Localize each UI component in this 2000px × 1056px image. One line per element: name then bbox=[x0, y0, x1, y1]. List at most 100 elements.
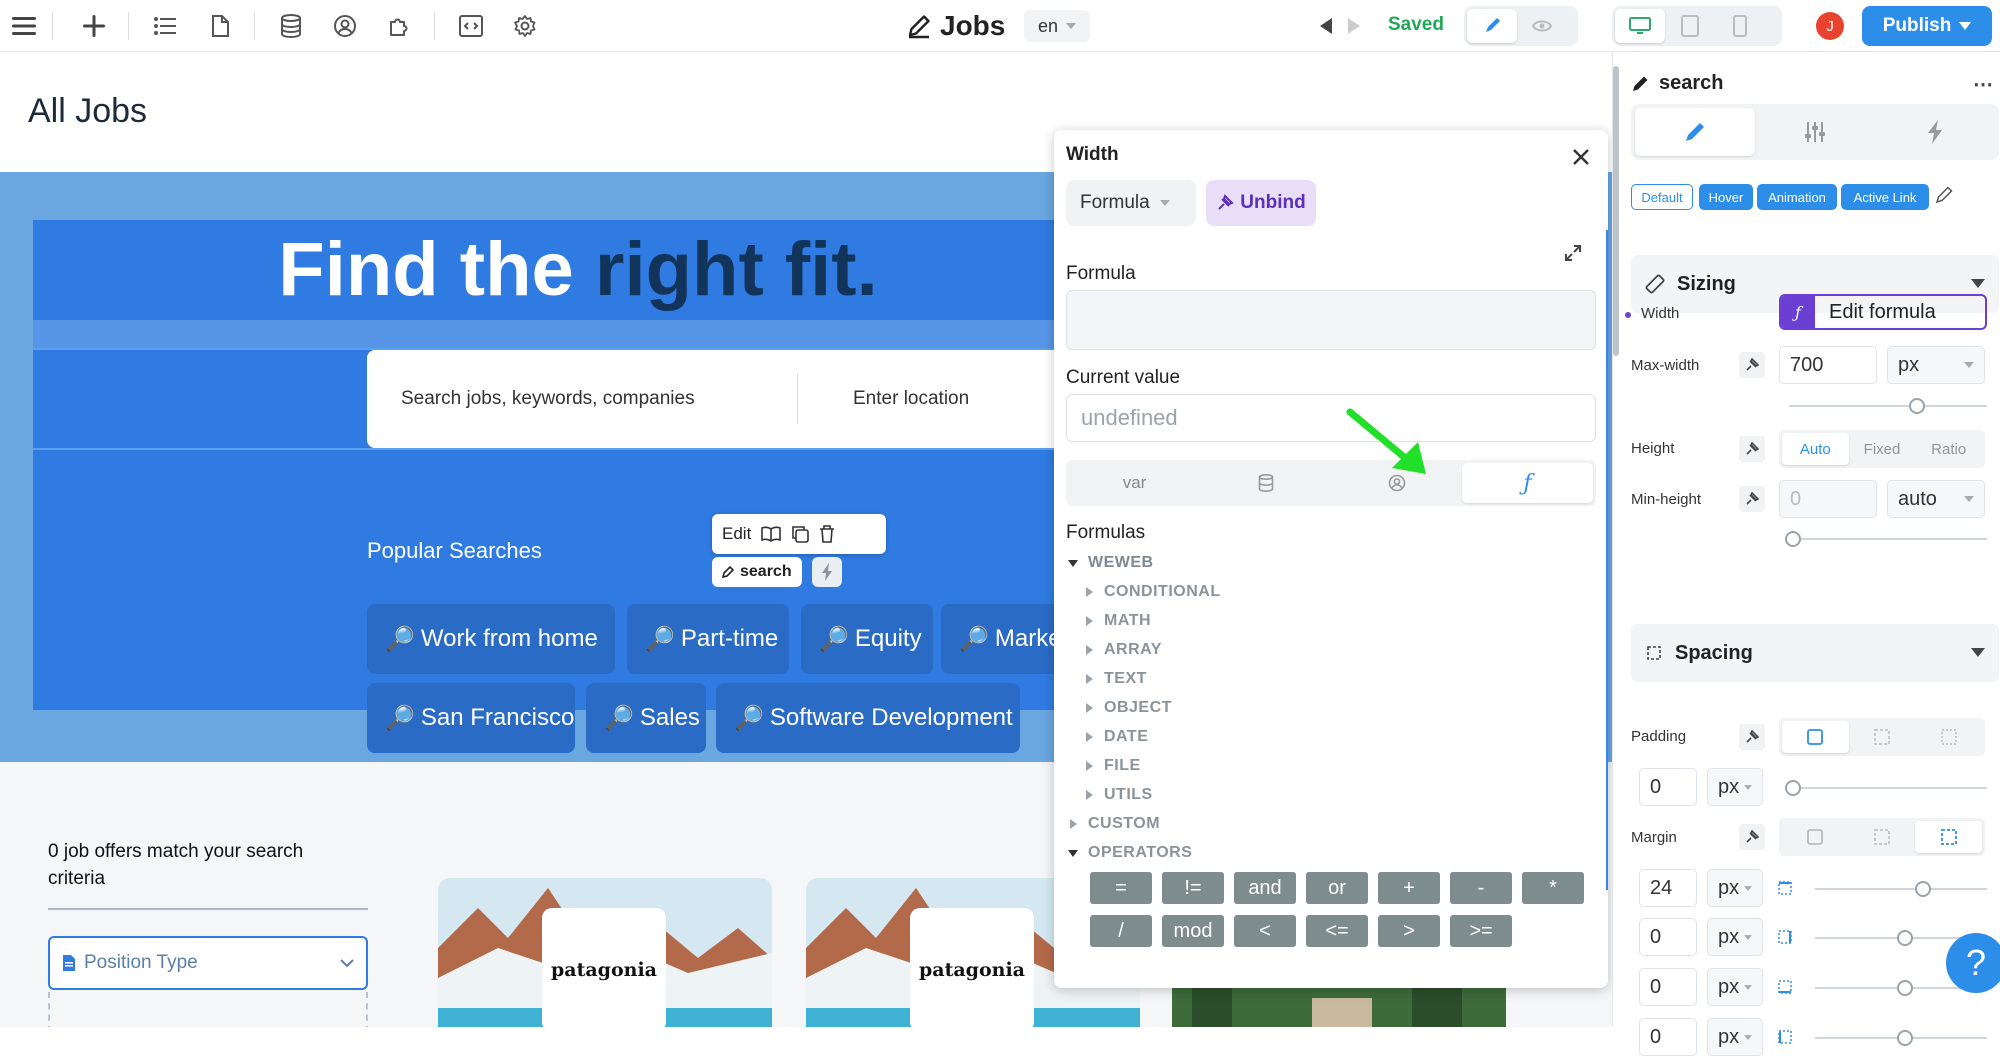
page-title[interactable]: Jobs bbox=[906, 8, 1005, 44]
chip-software-development[interactable]: 🔎 Software Development bbox=[716, 683, 1020, 753]
tree-operators[interactable]: OPERATORS bbox=[1068, 844, 1192, 862]
max-width-unit-select[interactable]: px bbox=[1887, 346, 1985, 384]
tree-conditional[interactable]: CONDITIONAL bbox=[1084, 583, 1221, 601]
margin-right-input[interactable]: 0 bbox=[1639, 918, 1697, 956]
spacing-section-header[interactable]: Spacing bbox=[1631, 624, 1999, 682]
slider-knob[interactable] bbox=[1785, 780, 1801, 796]
max-width-input[interactable]: 700 bbox=[1779, 346, 1877, 384]
operator-button[interactable]: < bbox=[1234, 915, 1296, 947]
job-card[interactable]: patagonia bbox=[438, 878, 772, 1027]
slider-knob[interactable] bbox=[1897, 1030, 1913, 1046]
operator-button[interactable]: + bbox=[1378, 872, 1440, 904]
location-input[interactable]: Enter location bbox=[853, 388, 969, 410]
list-icon[interactable] bbox=[151, 12, 179, 40]
bind-button[interactable] bbox=[1739, 352, 1765, 378]
tree-weweb[interactable]: WEWEB bbox=[1068, 554, 1154, 572]
tab-variables[interactable]: var bbox=[1069, 463, 1200, 503]
puzzle-icon[interactable] bbox=[385, 12, 413, 40]
margin-left-input[interactable]: 0 bbox=[1639, 1018, 1697, 1056]
slider-knob[interactable] bbox=[1785, 531, 1801, 547]
height-ratio-option[interactable]: Ratio bbox=[1915, 433, 1982, 465]
preview-mode-button[interactable] bbox=[1517, 9, 1567, 43]
edit-mode-button[interactable] bbox=[1467, 9, 1517, 43]
padding-all-option[interactable] bbox=[1782, 721, 1849, 753]
operator-button[interactable]: - bbox=[1450, 872, 1512, 904]
slider-knob[interactable] bbox=[1897, 930, 1913, 946]
max-width-slider[interactable] bbox=[1789, 398, 1987, 414]
padding-input[interactable]: 0 bbox=[1639, 768, 1697, 806]
margin-unit-select[interactable]: px bbox=[1707, 968, 1763, 1006]
pencil-icon[interactable] bbox=[1935, 186, 1953, 204]
publish-button[interactable]: Publish bbox=[1862, 6, 1992, 46]
padding-unit-select[interactable]: px bbox=[1707, 768, 1763, 806]
operator-button[interactable]: or bbox=[1306, 872, 1368, 904]
operator-button[interactable]: <= bbox=[1306, 915, 1368, 947]
operator-button[interactable]: / bbox=[1090, 915, 1152, 947]
margin-bottom-input[interactable]: 0 bbox=[1639, 968, 1697, 1006]
padding-slider[interactable] bbox=[1785, 780, 1987, 796]
search-row[interactable]: Search jobs, keywords, companies Enter l… bbox=[33, 348, 1093, 450]
tree-array[interactable]: ARRAY bbox=[1084, 641, 1162, 659]
bind-button[interactable] bbox=[1739, 486, 1765, 512]
operator-button[interactable]: and bbox=[1234, 872, 1296, 904]
operator-button[interactable]: >= bbox=[1450, 915, 1512, 947]
padding-axis-option[interactable] bbox=[1849, 721, 1916, 753]
min-height-input[interactable]: 0 bbox=[1779, 480, 1877, 518]
slider-knob[interactable] bbox=[1897, 980, 1913, 996]
duplicate-icon[interactable] bbox=[791, 525, 810, 543]
margin-unit-select[interactable]: px bbox=[1707, 1018, 1763, 1056]
margin-sides-option[interactable] bbox=[1915, 821, 1983, 853]
tab-formulas[interactable]: ƒ bbox=[1462, 463, 1593, 503]
user-circle-icon[interactable] bbox=[331, 12, 359, 40]
tree-math[interactable]: MATH bbox=[1084, 612, 1151, 630]
chip-equity[interactable]: 🔎 Equity bbox=[801, 604, 933, 674]
slider-knob[interactable] bbox=[1915, 881, 1931, 897]
tree-date[interactable]: DATE bbox=[1084, 728, 1148, 746]
margin-top-slider[interactable] bbox=[1815, 881, 1987, 897]
chip-san-francisco[interactable]: 🔎 San Francisco bbox=[367, 683, 575, 753]
tree-utils[interactable]: UTILS bbox=[1084, 786, 1153, 804]
tab-settings[interactable] bbox=[1755, 108, 1875, 156]
book-icon[interactable] bbox=[761, 526, 782, 542]
state-default[interactable]: Default bbox=[1631, 184, 1693, 210]
undo-icon[interactable] bbox=[1312, 12, 1340, 40]
selected-element-tag[interactable]: search bbox=[712, 557, 802, 587]
desktop-breakpoint-button[interactable] bbox=[1615, 9, 1665, 43]
menu-icon[interactable] bbox=[10, 12, 38, 40]
search-input[interactable]: Search jobs, keywords, companies bbox=[401, 388, 695, 410]
plus-icon[interactable] bbox=[80, 12, 108, 40]
binding-mode-select[interactable]: Formula bbox=[1066, 180, 1196, 226]
edit-button[interactable]: Edit bbox=[722, 524, 751, 544]
chip-sales[interactable]: 🔎 Sales bbox=[586, 683, 706, 753]
avatar[interactable]: J bbox=[1816, 12, 1844, 40]
unbind-button[interactable]: Unbind bbox=[1206, 180, 1316, 226]
operator-button[interactable]: * bbox=[1522, 872, 1584, 904]
state-animation[interactable]: Animation bbox=[1757, 184, 1837, 210]
tree-object[interactable]: OBJECT bbox=[1084, 699, 1172, 717]
state-hover[interactable]: Hover bbox=[1699, 184, 1753, 210]
operator-button[interactable]: > bbox=[1378, 915, 1440, 947]
height-auto-option[interactable]: Auto bbox=[1782, 433, 1849, 465]
tab-collections[interactable] bbox=[1200, 463, 1331, 503]
min-height-slider[interactable] bbox=[1785, 531, 1987, 547]
tree-text[interactable]: TEXT bbox=[1084, 670, 1147, 688]
margin-all-option[interactable] bbox=[1782, 821, 1849, 853]
margin-axis-option[interactable] bbox=[1849, 821, 1916, 853]
mobile-breakpoint-button[interactable] bbox=[1715, 9, 1765, 43]
tree-file[interactable]: FILE bbox=[1084, 757, 1141, 775]
padding-sides-option[interactable] bbox=[1915, 721, 1982, 753]
chip-part-time[interactable]: 🔎 Part-time bbox=[627, 604, 789, 674]
page-icon[interactable] bbox=[206, 12, 234, 40]
height-fixed-option[interactable]: Fixed bbox=[1849, 433, 1916, 465]
chip-work-from-home[interactable]: 🔎 Work from home bbox=[367, 604, 615, 674]
language-select[interactable]: en bbox=[1024, 10, 1090, 42]
tablet-breakpoint-button[interactable] bbox=[1665, 9, 1715, 43]
slider-knob[interactable] bbox=[1909, 398, 1925, 414]
gear-icon[interactable] bbox=[511, 12, 539, 40]
margin-unit-select[interactable]: px bbox=[1707, 918, 1763, 956]
operator-button[interactable]: mod bbox=[1162, 915, 1224, 947]
tab-style[interactable] bbox=[1635, 108, 1755, 156]
expand-icon[interactable] bbox=[1564, 244, 1586, 266]
margin-top-input[interactable]: 24 bbox=[1639, 869, 1697, 907]
hero-container[interactable]: Find the right fit. Search jobs, keyword… bbox=[33, 220, 1141, 753]
